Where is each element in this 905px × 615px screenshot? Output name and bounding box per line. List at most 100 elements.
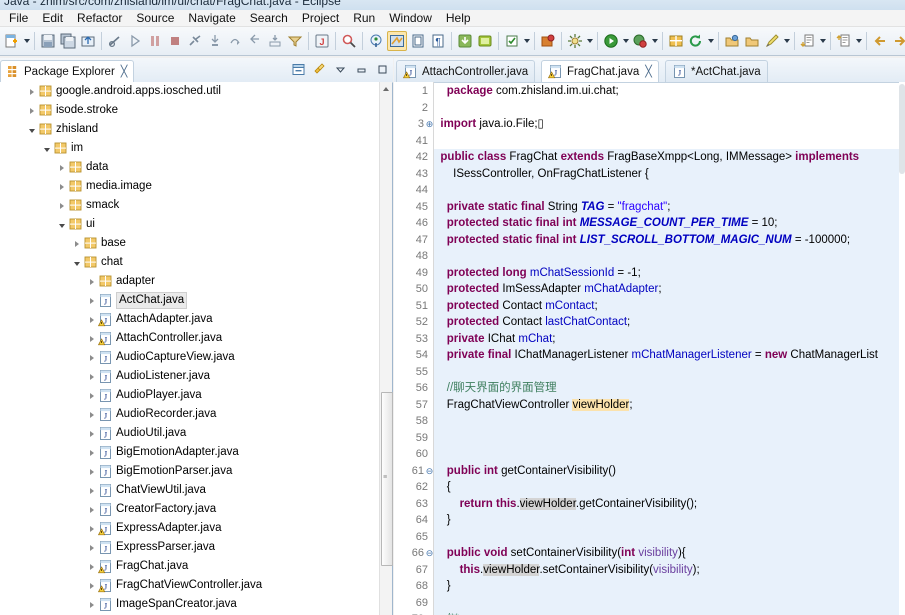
toggle-block-selection-icon[interactable] [387,31,407,51]
new-wizard-icon[interactable] [3,31,21,51]
editor-tab-actchatjava[interactable]: J *ActChat.java [665,60,768,82]
menu-item-run[interactable]: Run [346,10,382,26]
suspend-icon[interactable] [146,31,164,51]
drop-to-frame-icon[interactable] [266,31,284,51]
chevron-right-icon[interactable] [86,557,97,576]
tree-item[interactable]: smack [0,196,381,215]
tree-item[interactable]: J AudioCaptureView.java [0,348,381,367]
editor-scrollbar-thumb[interactable] [899,84,905,174]
scroll-up-arrow[interactable] [380,82,392,96]
chevron-right-icon[interactable] [86,595,97,614]
use-step-filters-icon[interactable] [286,31,304,51]
debug-icon[interactable] [631,31,649,51]
download-icon[interactable] [456,31,474,51]
new-java-package-icon[interactable] [667,31,685,51]
step-into-icon[interactable] [206,31,224,51]
chevron-down-icon[interactable] [26,120,37,139]
refresh-dropdown[interactable] [706,31,715,51]
debug-dropdown[interactable] [650,31,659,51]
tree-item[interactable]: base [0,234,381,253]
chevron-right-icon[interactable] [86,443,97,462]
tree-item[interactable]: zhisland [0,120,381,139]
forward-icon[interactable] [891,31,905,51]
editor-scrollbar[interactable] [899,82,905,615]
chevron-right-icon[interactable] [86,291,97,310]
tree-item[interactable]: J AttachAdapter.java [0,310,381,329]
chevron-right-icon[interactable] [26,82,37,101]
tree-item[interactable]: J AudioRecorder.java [0,405,381,424]
chevron-down-icon[interactable] [71,253,82,272]
chevron-right-icon[interactable] [86,576,97,595]
tree-item[interactable]: J FragChatViewController.java [0,576,381,595]
menu-item-project[interactable]: Project [295,10,346,26]
chevron-right-icon[interactable] [86,272,97,291]
run-icon[interactable] [602,31,620,51]
menu-item-search[interactable]: Search [243,10,295,26]
chevron-right-icon[interactable] [86,367,97,386]
android-sdk-manager-icon[interactable] [476,31,494,51]
external-tools-icon[interactable] [566,31,584,51]
maximize-icon[interactable] [375,62,389,76]
link-with-editor-icon[interactable] [312,62,326,76]
chevron-down-icon[interactable] [41,139,52,158]
tree-item[interactable]: J ImageSpanCreator.java [0,595,381,614]
tree-item[interactable]: J BigEmotionAdapter.java [0,443,381,462]
pilcrow-icon[interactable]: ¶ [429,31,447,51]
open-type-icon[interactable]: J [313,31,331,51]
next-annotation-dropdown[interactable] [818,31,827,51]
close-icon[interactable]: ╳ [121,65,128,78]
terminate-icon[interactable] [166,31,184,51]
chevron-right-icon[interactable] [71,234,82,253]
menu-item-source[interactable]: Source [129,10,181,26]
menu-item-navigate[interactable]: Navigate [181,10,242,26]
step-return-icon[interactable] [246,31,264,51]
tree-item[interactable]: google.android.apps.iosched.util [0,82,381,101]
menu-item-window[interactable]: Window [382,10,439,26]
view-menu-icon[interactable] [333,62,347,76]
run-last-tool-icon[interactable] [503,31,521,51]
fold-expand-icon[interactable]: ⊕ [425,116,434,133]
chevron-right-icon[interactable] [86,424,97,443]
tree-item[interactable]: J BigEmotionParser.java [0,462,381,481]
disconnect-icon[interactable] [186,31,204,51]
tree-item[interactable]: im [0,139,381,158]
tree-item[interactable]: ui [0,215,381,234]
new-wizard-dropdown[interactable] [22,31,31,51]
chevron-right-icon[interactable] [86,500,97,519]
fold-collapse-icon[interactable]: ⊖ [425,463,434,480]
marker-icon[interactable] [763,31,781,51]
search-icon[interactable] [340,31,358,51]
tab-package-explorer[interactable]: Package Explorer ╳ [0,60,135,82]
tree-item[interactable]: adapter [0,272,381,291]
save-icon[interactable] [39,31,57,51]
step-over-icon[interactable] [226,31,244,51]
tree-item[interactable]: J ChatViewUtil.java [0,481,381,500]
chevron-right-icon[interactable] [56,158,67,177]
run-last-tool-dropdown[interactable] [522,31,531,51]
editor-tab-fragchatjava[interactable]: J FragChat.java ╳ [541,60,659,82]
back-icon[interactable] [871,31,889,51]
show-whitespace-icon[interactable] [409,31,427,51]
run-dropdown[interactable] [621,31,630,51]
previous-annotation-dropdown[interactable] [854,31,863,51]
editor-tab-attachcontrollerjava[interactable]: J AttachController.java [396,60,536,82]
tree-item[interactable]: J AudioListener.java [0,367,381,386]
chevron-right-icon[interactable] [86,386,97,405]
chevron-right-icon[interactable] [26,101,37,120]
previous-annotation-icon[interactable] [835,31,853,51]
chevron-right-icon[interactable] [86,462,97,481]
chevron-right-icon[interactable] [86,348,97,367]
tree-item[interactable]: media.image [0,177,381,196]
refresh-icon[interactable] [687,31,705,51]
close-icon[interactable]: ╳ [645,65,652,78]
tree-item[interactable]: J ExpressAdapter.java [0,519,381,538]
tree-item[interactable]: J AudioPlayer.java [0,386,381,405]
fold-collapse-icon[interactable]: ⊖ [425,545,434,562]
tree-item[interactable]: data [0,158,381,177]
menu-item-refactor[interactable]: Refactor [70,10,129,26]
tree-item[interactable]: J AttachController.java [0,329,381,348]
open-folder-icon[interactable] [743,31,761,51]
chevron-right-icon[interactable] [86,310,97,329]
menu-item-help[interactable]: Help [439,10,478,26]
open-task-icon[interactable] [723,31,741,51]
